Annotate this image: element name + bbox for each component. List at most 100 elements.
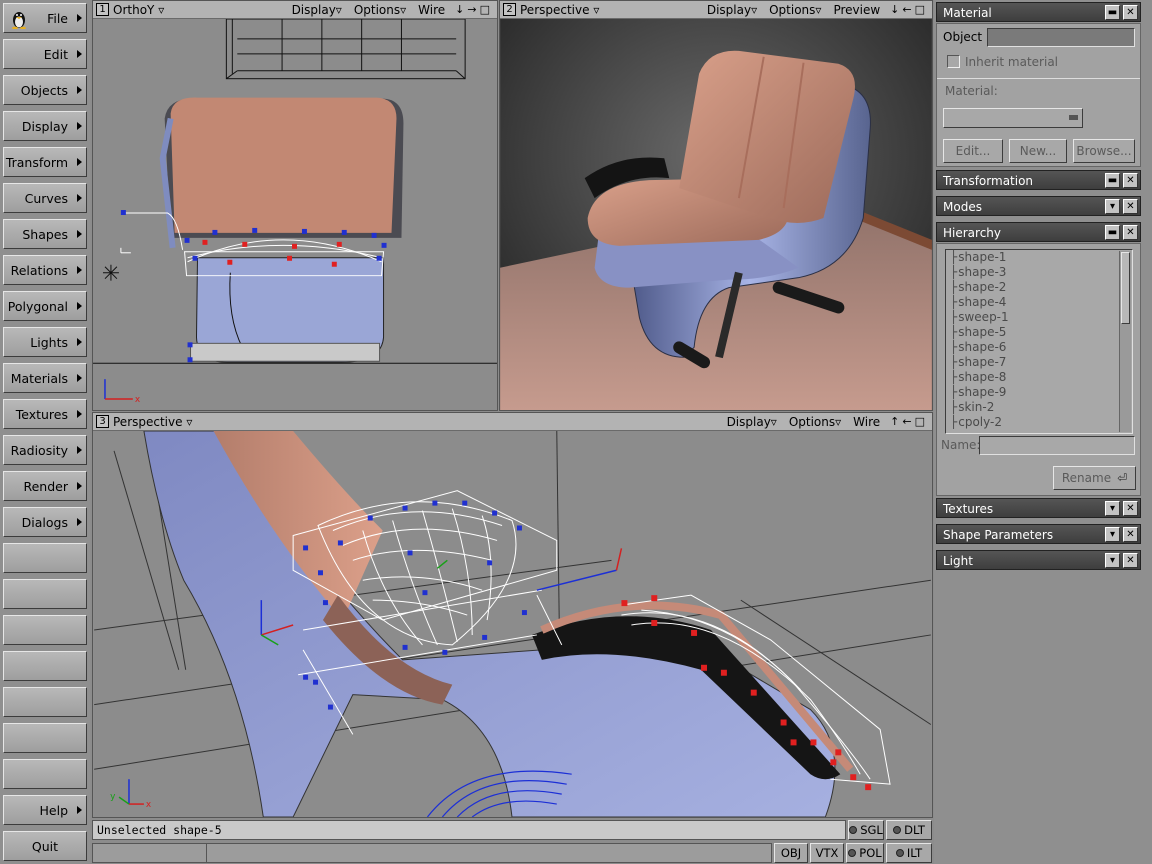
viewport-view-menu[interactable]: Perspective ▿ — [520, 3, 599, 17]
menu-polygonal[interactable]: Polygonal — [3, 291, 87, 321]
viewport-display-menu[interactable]: Display▿ — [727, 415, 777, 429]
viewport-canvas[interactable] — [500, 19, 932, 410]
hierarchy-scrollbar[interactable] — [1119, 251, 1131, 432]
shape-parameters-panel-header[interactable]: Shape Parameters ▾ ✕ — [936, 524, 1141, 544]
edit-button[interactable]: Edit... — [943, 139, 1003, 163]
menu-edit[interactable]: Edit — [3, 39, 87, 69]
viewport-mode-button[interactable]: Preview — [833, 3, 880, 17]
close-icon[interactable]: ✕ — [1123, 527, 1138, 542]
quit-button[interactable]: Quit — [3, 831, 87, 861]
viewport-perspective-wire[interactable]: 3 Perspective ▿ Display▿ Options▿ Wire ↑… — [92, 412, 933, 818]
material-dropdown[interactable] — [943, 108, 1083, 128]
menu-file[interactable]: File — [3, 3, 87, 33]
viewport-options-menu[interactable]: Options▿ — [789, 415, 841, 429]
list-item[interactable]: skin-2 — [946, 400, 1132, 415]
sgl-toggle[interactable]: SGL — [848, 820, 884, 840]
menu-display[interactable]: Display — [3, 111, 87, 141]
menu-radiosity[interactable]: Radiosity — [3, 435, 87, 465]
list-item[interactable]: shape-3 — [946, 265, 1132, 280]
minimize-icon[interactable]: ▬ — [1105, 225, 1120, 240]
viewport-mode-button[interactable]: Wire — [418, 3, 445, 17]
viewport-layout-icons[interactable]: ↓←□ — [890, 3, 928, 16]
menu-empty-button[interactable] — [3, 687, 87, 717]
viewport-display-menu[interactable]: Display▿ — [292, 3, 342, 17]
close-icon[interactable]: ✕ — [1123, 173, 1138, 188]
help-button[interactable]: Help — [3, 795, 87, 825]
viewport-orthoy[interactable]: 1 OrthoY ▿ Display▿ Options▿ Wire ↓→□ x — [92, 0, 498, 411]
viewport-perspective-preview[interactable]: 2 Perspective ▿ Display▿ Options▿ Previe… — [499, 0, 933, 411]
textures-panel-header[interactable]: Textures ▾ ✕ — [936, 498, 1141, 518]
close-icon[interactable]: ✕ — [1123, 501, 1138, 516]
modes-panel-header[interactable]: Modes ▾ ✕ — [936, 196, 1141, 216]
list-item[interactable]: shape-8 — [946, 370, 1132, 385]
menu-dialogs[interactable]: Dialogs — [3, 507, 87, 537]
close-icon[interactable]: ✕ — [1123, 553, 1138, 568]
obj-mode-button[interactable]: OBJ — [774, 843, 808, 863]
expand-icon[interactable]: ▾ — [1105, 527, 1120, 542]
dlt-toggle[interactable]: DLT — [886, 820, 932, 840]
list-item[interactable]: shape-4 — [946, 295, 1132, 310]
expand-icon[interactable]: ▾ — [1105, 553, 1120, 568]
minimize-icon[interactable]: ▬ — [1105, 173, 1120, 188]
hierarchy-panel-header[interactable]: Hierarchy ▬ ✕ — [936, 222, 1141, 242]
list-item[interactable]: shape-5 — [946, 325, 1132, 340]
viewport-mode-button[interactable]: Wire — [853, 415, 880, 429]
menu-empty-button[interactable] — [3, 615, 87, 645]
menu-empty-button[interactable] — [3, 651, 87, 681]
menu-curves[interactable]: Curves — [3, 183, 87, 213]
list-item[interactable]: shape-9 — [946, 385, 1132, 400]
vtx-mode-button[interactable]: VTX — [810, 843, 844, 863]
menu-relations[interactable]: Relations — [3, 255, 87, 285]
property-panel: Material ▬ ✕ Object Inherit material Mat… — [934, 0, 1152, 864]
menu-empty-button[interactable] — [3, 579, 87, 609]
list-item[interactable]: shape-7 — [946, 355, 1132, 370]
material-panel-body: Object Inherit material Material: Edit..… — [936, 23, 1141, 167]
pol-toggle[interactable]: POL — [846, 843, 884, 863]
viewport-layout-icons[interactable]: ↑←□ — [890, 415, 928, 428]
viewport-layout-icons[interactable]: ↓→□ — [455, 3, 493, 16]
menu-objects[interactable]: Objects — [3, 75, 87, 105]
expand-icon[interactable]: ▾ — [1105, 199, 1120, 214]
menu-textures[interactable]: Textures — [3, 399, 87, 429]
transformation-panel-header[interactable]: Transformation ▬ ✕ — [936, 170, 1141, 190]
close-icon[interactable]: ✕ — [1123, 5, 1138, 20]
menu-render[interactable]: Render — [3, 471, 87, 501]
hierarchy-list[interactable]: shape-1 shape-3 shape-2 shape-4 sweep-1 … — [945, 249, 1133, 434]
menu-transform[interactable]: Transform — [3, 147, 87, 177]
viewport-view-menu[interactable]: Perspective ▿ — [113, 415, 192, 429]
inherit-material-checkbox[interactable] — [947, 55, 960, 68]
viewport-options-menu[interactable]: Options▿ — [354, 3, 406, 17]
list-item[interactable]: shape-6 — [946, 340, 1132, 355]
list-item[interactable]: sweep-1 — [946, 310, 1132, 325]
rename-button[interactable]: Rename ⏎ — [1053, 466, 1136, 490]
command-line[interactable] — [92, 843, 772, 863]
ilt-toggle[interactable]: ILT — [886, 843, 932, 863]
menu-materials[interactable]: Materials — [3, 363, 87, 393]
list-item[interactable]: shape-1 — [946, 250, 1132, 265]
name-field[interactable] — [979, 436, 1135, 455]
menu-empty-button[interactable] — [3, 723, 87, 753]
light-panel-header[interactable]: Light ▾ ✕ — [936, 550, 1141, 570]
close-icon[interactable]: ✕ — [1123, 199, 1138, 214]
menu-shapes[interactable]: Shapes — [3, 219, 87, 249]
viewport-canvas[interactable]: x y — [93, 431, 932, 817]
menu-empty-button[interactable] — [3, 543, 87, 573]
browse-button[interactable]: Browse... — [1073, 139, 1135, 163]
list-item[interactable]: shape-2 — [946, 280, 1132, 295]
expand-icon[interactable]: ▾ — [1105, 501, 1120, 516]
menu-objects-label: Objects — [20, 82, 68, 98]
scrollbar-thumb[interactable] — [1121, 252, 1130, 324]
list-item[interactable]: cpoly-2 — [946, 415, 1132, 430]
material-panel-header[interactable]: Material ▬ ✕ — [936, 2, 1141, 22]
viewport-display-menu[interactable]: Display▿ — [707, 3, 757, 17]
submenu-arrow-icon — [77, 338, 82, 346]
viewport-options-menu[interactable]: Options▿ — [769, 3, 821, 17]
viewport-view-menu[interactable]: OrthoY ▿ — [113, 3, 164, 17]
minimize-icon[interactable]: ▬ — [1105, 5, 1120, 20]
new-button[interactable]: New... — [1009, 139, 1067, 163]
object-field[interactable] — [987, 28, 1135, 47]
menu-lights[interactable]: Lights — [3, 327, 87, 357]
close-icon[interactable]: ✕ — [1123, 225, 1138, 240]
viewport-canvas[interactable]: x — [93, 19, 497, 410]
menu-empty-button[interactable] — [3, 759, 87, 789]
